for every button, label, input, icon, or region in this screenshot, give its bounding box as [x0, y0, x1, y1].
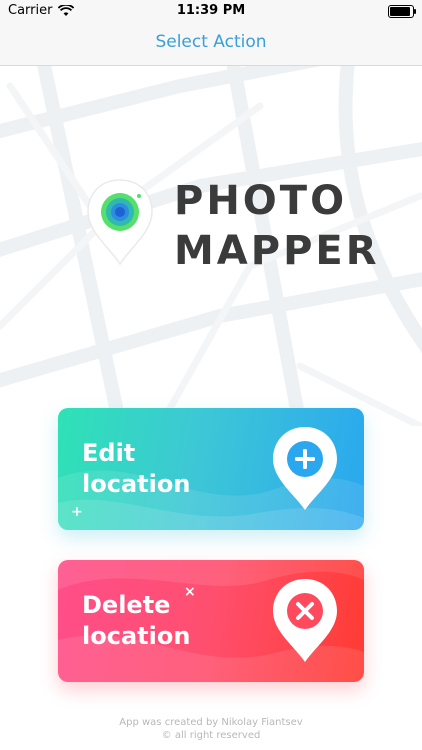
delete-location-button[interactable]: Delete location × [58, 560, 364, 682]
navigation-bar: Select Action [0, 22, 422, 66]
delete-label-line2: location [82, 622, 191, 650]
sparkle-x-icon: × [184, 584, 196, 600]
app-logo-pin-icon [87, 179, 153, 266]
footer-credit: App was created by Nikolay Fiantsev [119, 717, 303, 728]
plus-pin-icon [273, 427, 337, 510]
app-title-line2: MAPPER [174, 228, 380, 274]
battery-icon [388, 5, 416, 18]
footer: App was created by Nikolay Fiantsev © al… [0, 716, 422, 742]
status-bar: Carrier 11:39 PM [0, 0, 422, 22]
app-title-line1: PHOTO [174, 178, 348, 224]
edit-location-button[interactable]: Edit location + [58, 408, 364, 530]
delete-location-label: Delete location [82, 590, 252, 652]
status-time: 11:39 PM [176, 3, 246, 18]
x-pin-icon [273, 579, 337, 662]
footer-copyright: © all right reserved [161, 730, 261, 741]
edit-location-label: Edit location [82, 438, 252, 500]
edit-label-line1: Edit [82, 439, 136, 467]
delete-label-line1: Delete [82, 591, 171, 619]
edit-label-line2: location [82, 470, 191, 498]
sparkle-plus-icon: + [71, 504, 83, 520]
app-title: PHOTO MAPPER [174, 176, 380, 276]
page-title: Select Action [155, 32, 267, 52]
